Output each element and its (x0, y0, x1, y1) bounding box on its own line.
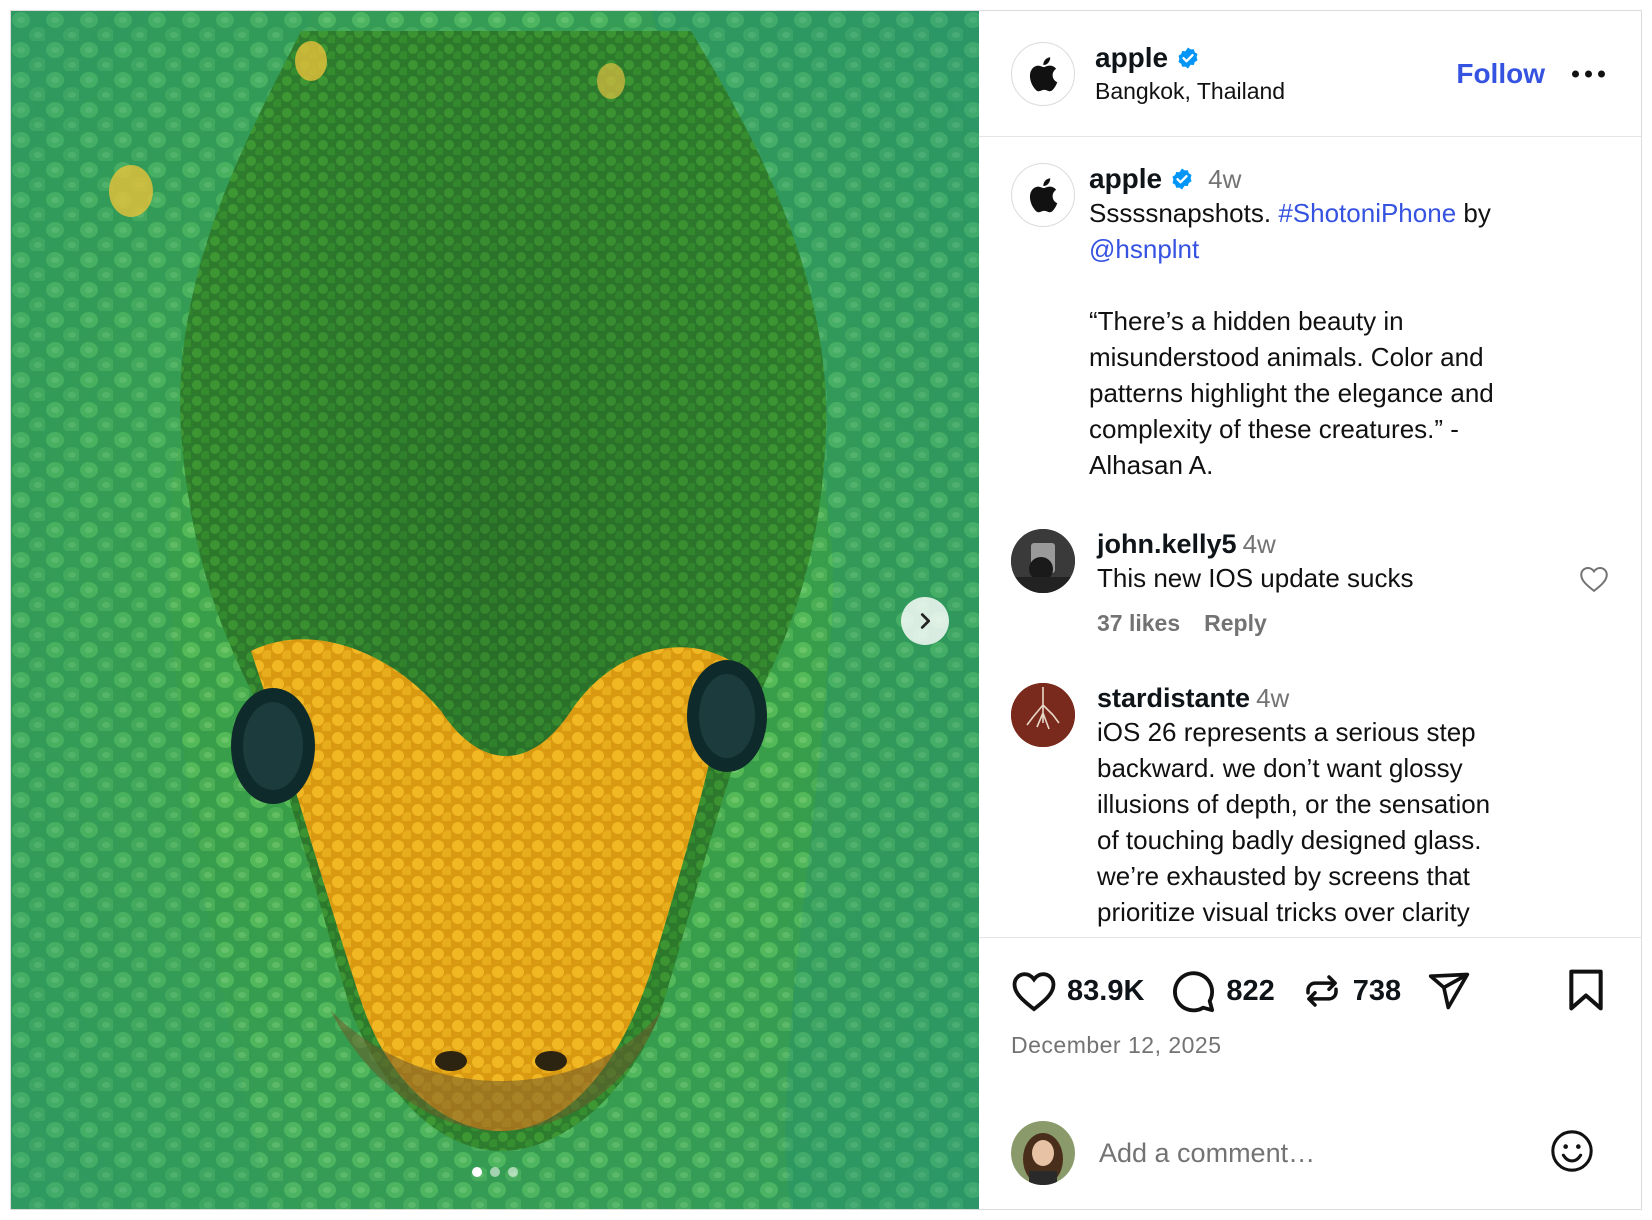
comment-text-line: of touching badly designed glass. (1097, 825, 1482, 855)
caption: apple 4w Sssssnapshots. #ShotoniPhone by… (1011, 163, 1609, 483)
repost-button[interactable]: 738 (1301, 970, 1401, 1012)
commenter-avatar[interactable] (1011, 529, 1075, 593)
author-avatar[interactable] (1011, 41, 1075, 106)
post-date[interactable]: December 12, 2025 (979, 1014, 1641, 1059)
like-button[interactable]: 83.9K (1011, 970, 1144, 1012)
comment-likes[interactable]: 37 likes (1097, 610, 1180, 637)
follow-button[interactable]: Follow (1456, 58, 1545, 90)
commenter-username[interactable]: stardistante (1097, 683, 1250, 714)
share-icon (1429, 972, 1470, 1010)
comment-text: iOS 26 represents a serious step backwar… (1097, 714, 1609, 930)
heart-icon (1012, 972, 1056, 1012)
avatar-image (1011, 683, 1075, 747)
commenter-username[interactable]: john.kelly5 (1097, 529, 1237, 560)
mention-link[interactable]: @hsnplnt (1089, 231, 1609, 267)
bookmark-icon (1569, 969, 1603, 1011)
like-comment-button[interactable] (1579, 565, 1609, 598)
more-options-button[interactable] (1572, 70, 1605, 77)
caption-time: 4w (1208, 163, 1242, 194)
emoji-button[interactable] (1549, 1128, 1595, 1179)
comment-composer (1011, 1121, 1609, 1185)
comment-icon (1173, 971, 1215, 1013)
post-details-panel: apple Bangkok, Thailand Follow apple 4w … (979, 11, 1641, 1209)
snake-photo (11, 11, 979, 1209)
commenter-avatar[interactable] (1011, 683, 1075, 747)
author-username[interactable]: apple (1095, 42, 1200, 74)
post-card: apple Bangkok, Thailand Follow apple 4w … (10, 10, 1642, 1210)
comment-text-line: we’re exhausted by screens that (1097, 861, 1470, 891)
caption-quote-line: misunderstood animals. Color and (1089, 342, 1484, 372)
comment-text: This new IOS update sucks (1097, 563, 1414, 593)
more-icon (1585, 70, 1592, 77)
chevron-right-icon (920, 613, 931, 629)
verified-badge-icon (1178, 47, 1198, 69)
caption-username[interactable]: apple (1089, 163, 1162, 195)
comment-text-line: backward. we don’t want glossy (1097, 753, 1463, 783)
emoji-icon (1551, 1129, 1593, 1172)
save-button[interactable] (1567, 968, 1605, 1017)
share-button[interactable] (1427, 969, 1471, 1013)
carousel-indicator (11, 1167, 979, 1177)
more-icon (1572, 70, 1579, 77)
next-image-button[interactable] (901, 597, 949, 645)
post-location[interactable]: Bangkok, Thailand (1095, 78, 1285, 105)
comment-item: stardistante 4w iOS 26 represents a seri… (1011, 683, 1609, 930)
repost-icon (1306, 975, 1338, 1007)
post-media[interactable] (11, 11, 979, 1209)
comment-button[interactable]: 822 (1170, 968, 1275, 1014)
more-icon (1598, 70, 1605, 77)
carousel-dot (508, 1167, 518, 1177)
comment-input[interactable] (1099, 1137, 1549, 1169)
comment-time: 4w (1242, 529, 1276, 559)
caption-quote-line: “There’s a hidden beauty in (1089, 306, 1404, 336)
repost-count: 738 (1352, 974, 1402, 1007)
caption-author-avatar[interactable] (1011, 163, 1075, 227)
heart-icon (1580, 566, 1608, 593)
reply-button[interactable]: Reply (1204, 610, 1267, 637)
caption-quote-line: Alhasan A. (1089, 450, 1214, 480)
caption-quote-line: patterns highlight the elegance and (1089, 378, 1494, 408)
author-username-text[interactable]: apple (1095, 42, 1168, 74)
comment-text-line: illusions of depth, or the sensation (1097, 789, 1491, 819)
comment-text-line: iOS 26 represents a serious step (1097, 717, 1476, 747)
comment-time: 4w (1256, 683, 1290, 713)
caption-by: by (1463, 198, 1491, 228)
carousel-dot (490, 1167, 500, 1177)
post-header: apple Bangkok, Thailand Follow (979, 11, 1641, 137)
comment-text-line: prioritize visual tricks over clarity (1097, 897, 1470, 927)
caption-quote-line: complexity of these creatures.” - (1089, 414, 1459, 444)
hashtag-link[interactable]: #ShotoniPhone (1278, 198, 1456, 228)
verified-badge-icon (1172, 168, 1192, 190)
comments-section[interactable]: apple 4w Sssssnapshots. #ShotoniPhone by… (979, 137, 1641, 937)
caption-text: Sssssnapshots. #ShotoniPhone by @hsnplnt… (1089, 195, 1609, 483)
carousel-dot (472, 1167, 482, 1177)
avatar-image (1011, 529, 1075, 593)
comment-count: 822 (1226, 974, 1275, 1007)
caption-lead: Sssssnapshots. (1089, 198, 1272, 228)
like-count: 83.9K (1067, 974, 1145, 1007)
apple-logo-icon (1029, 56, 1058, 91)
post-actions: 83.9K 822 738 December 12, 2025 (979, 937, 1641, 1209)
current-user-avatar (1011, 1121, 1075, 1185)
avatar-image (1011, 1121, 1075, 1185)
comment-item: john.kelly5 4w This new IOS update sucks… (1011, 529, 1609, 637)
apple-logo-icon (1029, 178, 1058, 213)
